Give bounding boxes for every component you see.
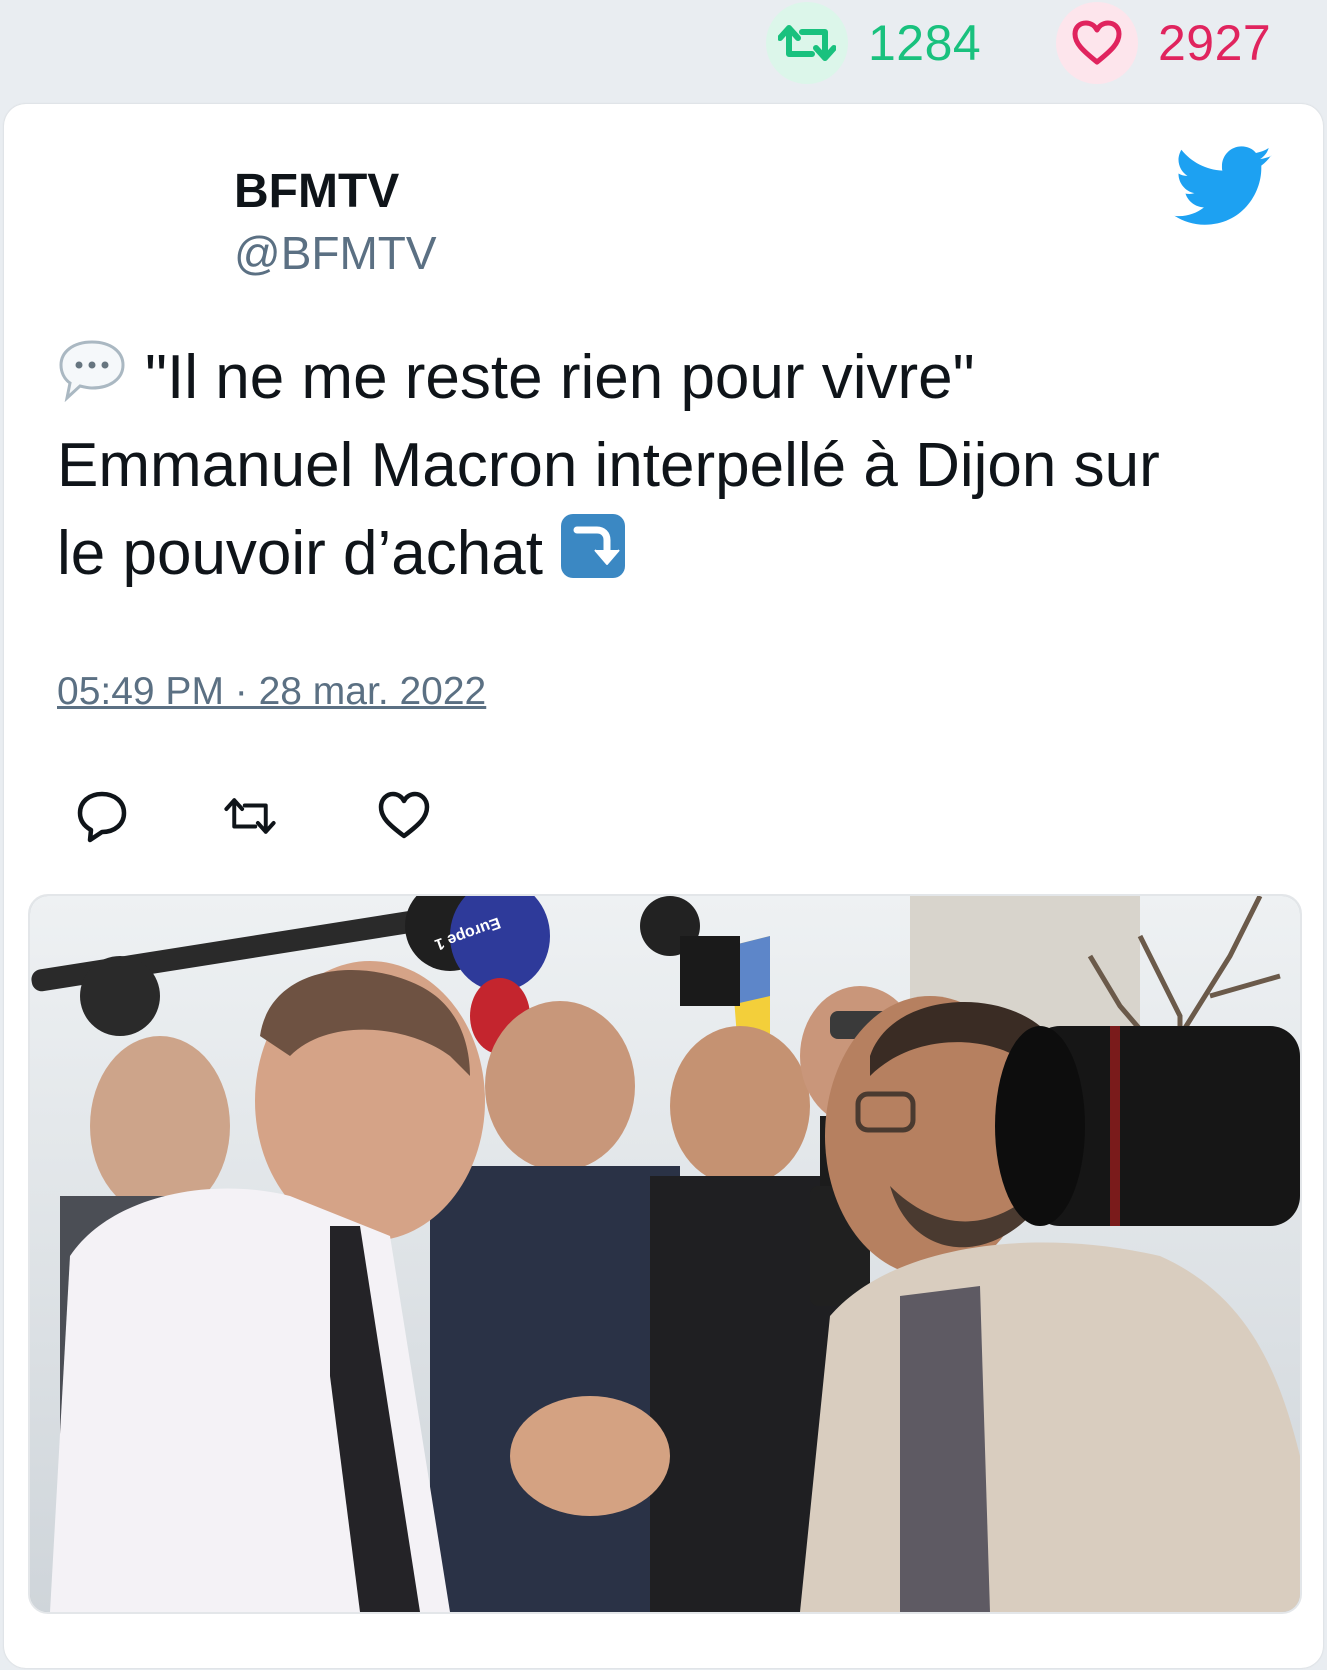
author-name[interactable]: BFMTV (234, 164, 399, 219)
tweet-text-line-1: "Il ne me reste rien pour vivre" (57, 334, 1287, 422)
reply-icon[interactable] (74, 788, 130, 844)
retweet-stat[interactable]: 1284 (766, 0, 981, 86)
retweet-icon (778, 25, 836, 61)
media-scene: Europe 1 (30, 896, 1300, 1612)
tweet-media-photo[interactable]: Europe 1 (28, 894, 1302, 1614)
speech-bubble-emoji (59, 340, 125, 402)
tweet-text-line-3: le pouvoir d’achat (57, 510, 1287, 598)
like-count: 2927 (1158, 15, 1272, 71)
tweet-card: BFMTV @BFMTV "Il ne me reste rien pour v… (4, 104, 1323, 1668)
tweet-text-line-3-words: le pouvoir d’achat (57, 519, 543, 588)
tweet-stats-bar: 1284 2927 (0, 0, 1327, 100)
twitter-bird-icon[interactable] (1174, 146, 1274, 228)
retweet-action-icon[interactable] (222, 788, 278, 844)
retweet-count: 1284 (868, 15, 982, 71)
retweet-stat-circle (766, 2, 848, 84)
like-stat-circle (1056, 2, 1138, 84)
arrow-down-right-emoji (560, 514, 625, 578)
like-stat[interactable]: 2927 (1056, 0, 1271, 86)
tweet-text-quote: "Il ne me reste rien pour vivre" (145, 343, 975, 412)
heart-icon (1072, 20, 1122, 65)
tweet-timestamp-link[interactable]: 05:49 PM · 28 mar. 2022 (57, 670, 486, 714)
tweet-text-line-2: Emmanuel Macron interpellé à Dijon sur (57, 431, 1160, 500)
author-handle[interactable]: @BFMTV (234, 226, 437, 280)
like-action-icon[interactable] (376, 788, 432, 844)
tweet-text: "Il ne me reste rien pour vivre" Emmanue… (57, 334, 1287, 598)
